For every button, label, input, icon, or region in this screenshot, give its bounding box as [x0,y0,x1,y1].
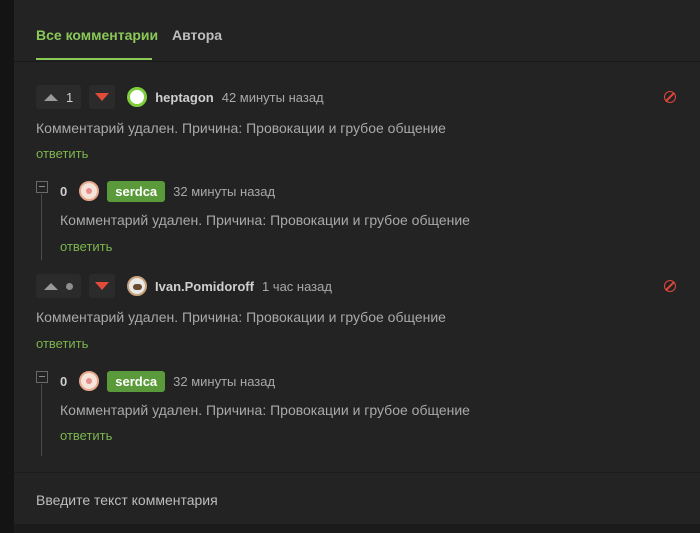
comment-header: 1 heptagon 42 минуты назад [36,85,324,109]
reply-time: 32 минуты назад [173,183,276,199]
reply-link[interactable]: ответить [60,239,112,254]
avatar[interactable] [127,276,147,296]
comment-time: 42 минуты назад [221,89,324,105]
thread-line [41,194,42,260]
bottom-divider [14,524,700,533]
reply-link[interactable]: ответить [36,146,88,161]
comments-panel [14,0,700,533]
avatar[interactable] [127,87,148,107]
reply-link[interactable]: ответить [36,336,88,351]
reply-score: 0 [60,183,68,199]
tab-author[interactable]: Автора [172,27,222,43]
comment-header: Ivan.Pomidoroff 1 час назад [36,274,332,298]
comment-author[interactable]: heptagon [155,90,214,105]
reply-score: 0 [60,373,68,389]
reply-text: Комментарий удален. Причина: Провокации … [60,212,470,228]
reply-link[interactable]: ответить [60,428,112,443]
comment-score: 1 [66,89,74,105]
reply-author[interactable]: serdca [107,180,166,202]
collapse-thread-icon[interactable] [36,181,48,193]
upvote-icon[interactable] [44,282,58,290]
comment-input[interactable]: Введите текст комментария [14,472,700,525]
tab-all-comments[interactable]: Все комментарии [36,27,158,43]
reply-text: Комментарий удален. Причина: Провокации … [60,402,470,418]
downvote-button[interactable] [89,85,116,109]
reply-author[interactable]: serdca [107,370,166,392]
vote-box: 1 [36,85,82,109]
reply-header: 0 serdca 32 минуты назад [60,369,275,393]
avatar[interactable] [79,371,100,391]
comments-tabs: Все комментарии Автора [14,0,700,62]
comment-time: 1 час назад [261,278,332,294]
vote-box [36,274,81,298]
avatar[interactable] [79,181,100,201]
comment-text: Комментарий удален. Причина: Провокации … [36,309,446,325]
downvote-button[interactable] [89,274,115,298]
comment-author[interactable]: Ivan.Pomidoroff [155,279,254,294]
ban-icon[interactable] [664,280,676,292]
active-tab-indicator [36,58,152,60]
downvote-icon [95,93,110,101]
comment-input-placeholder: Введите текст комментария [36,492,218,508]
upvote-icon[interactable] [44,93,58,101]
downvote-icon [95,282,109,290]
comment-text: Комментарий удален. Причина: Провокации … [36,120,446,136]
reply-time: 32 минуты назад [173,373,276,389]
reply-header: 0 serdca 32 минуты назад [60,179,275,203]
ban-icon[interactable] [664,91,676,103]
neutral-score-dot [66,282,73,290]
collapse-thread-icon[interactable] [36,371,48,383]
thread-line [41,384,42,456]
